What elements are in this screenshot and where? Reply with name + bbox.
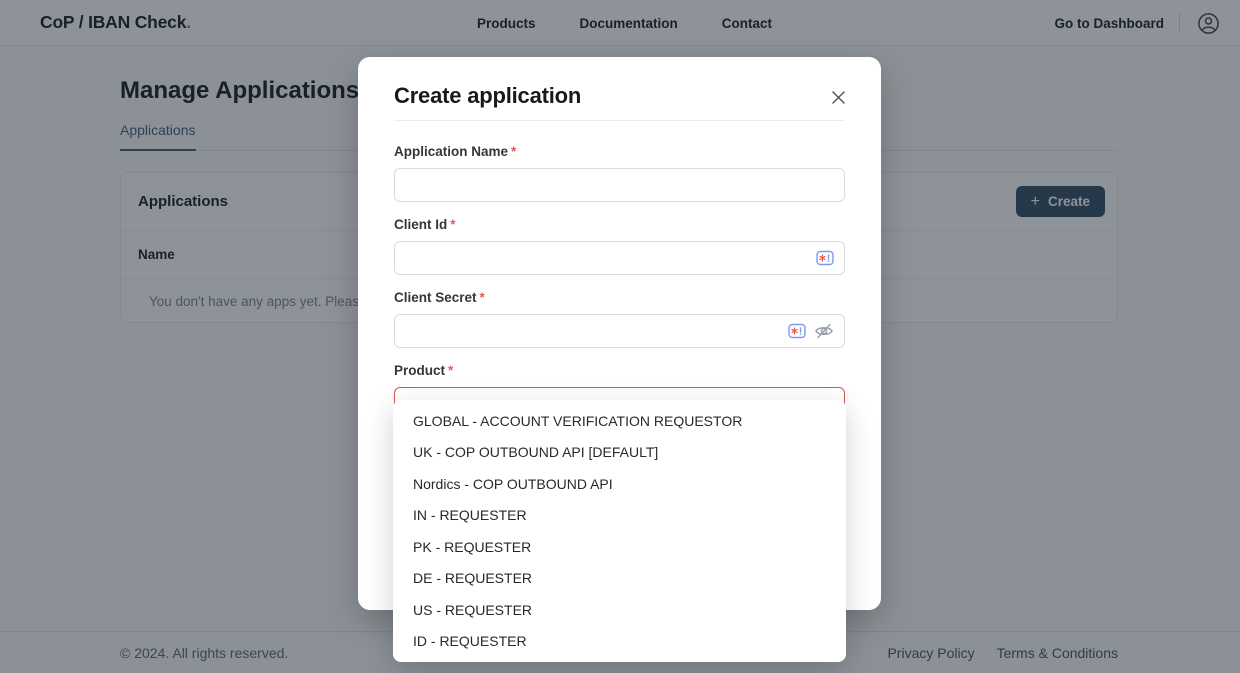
close-button[interactable] — [825, 84, 851, 110]
product-option[interactable]: PK - REQUESTER — [393, 531, 846, 563]
product-option[interactable]: IN - REQUESTER — [393, 500, 846, 532]
application-name-input[interactable] — [394, 168, 845, 202]
product-option[interactable]: US - REQUESTER — [393, 594, 846, 626]
product-option[interactable]: DE - REQUESTER — [393, 563, 846, 595]
password-autofill-icon[interactable] — [788, 324, 806, 339]
required-asterisk: * — [450, 217, 455, 232]
product-label: Product* — [394, 363, 845, 380]
product-option[interactable]: ID - REQUESTER — [393, 626, 846, 658]
application-name-label: Application Name* — [394, 144, 845, 161]
modal-title: Create application — [394, 82, 845, 110]
product-options-listbox: GLOBAL - ACCOUNT VERIFICATION REQUESTOR … — [393, 400, 846, 662]
client-secret-input[interactable] — [394, 314, 845, 348]
password-autofill-icon[interactable] — [816, 251, 834, 266]
eye-off-icon — [814, 322, 834, 340]
client-id-label: Client Id* — [394, 217, 845, 234]
required-asterisk: * — [511, 144, 516, 159]
client-secret-label: Client Secret* — [394, 290, 845, 307]
modal-divider — [394, 120, 845, 121]
required-asterisk: * — [480, 290, 485, 305]
product-option[interactable]: UK - COP OUTBOUND API [DEFAULT] — [393, 437, 846, 469]
product-option[interactable]: Nordics - COP OUTBOUND API — [393, 468, 846, 500]
required-asterisk: * — [448, 363, 453, 378]
product-option[interactable]: GLOBAL - ACCOUNT VERIFICATION REQUESTOR — [393, 405, 846, 437]
client-id-input[interactable] — [394, 241, 845, 275]
toggle-visibility-button[interactable] — [814, 322, 834, 340]
close-icon — [831, 90, 846, 105]
